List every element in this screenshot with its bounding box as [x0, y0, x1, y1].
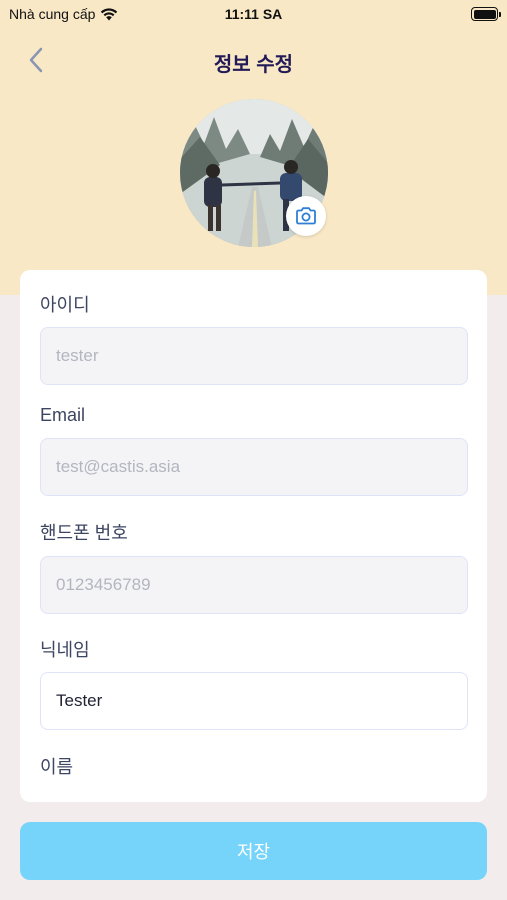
profile-form-card: 아이디 tester Email test@castis.asia 핸드폰 번호… — [20, 270, 487, 802]
navigation-bar: 정보 수정 — [0, 40, 507, 80]
email-field: test@castis.asia — [40, 438, 468, 496]
camera-icon — [296, 207, 316, 225]
id-label: 아이디 — [40, 295, 90, 315]
status-time: 11:11 SA — [224, 6, 283, 22]
phone-label: 핸드폰 번호 — [40, 523, 128, 543]
status-bar: Nhà cung cấp 11:11 SA — [0, 0, 507, 30]
email-label: Email — [40, 405, 86, 425]
nickname-label: 닉네임 — [40, 640, 90, 660]
nickname-input[interactable]: Tester — [40, 672, 468, 730]
phone-field: 0123456789 — [40, 556, 468, 614]
change-photo-button[interactable] — [286, 196, 326, 236]
name-label: 이름 — [40, 757, 74, 777]
page-title: 정보 수정 — [213, 54, 294, 76]
battery-icon — [471, 7, 501, 21]
battery-tip — [499, 11, 501, 17]
save-button[interactable]: 저장 — [20, 822, 487, 880]
edit-profile-screen: Nhà cung cấp 11:11 SA 정보 수정 아이디 tester E… — [0, 0, 507, 900]
avatar-container — [180, 99, 328, 247]
battery-level — [473, 9, 496, 19]
id-field: tester — [40, 327, 468, 385]
